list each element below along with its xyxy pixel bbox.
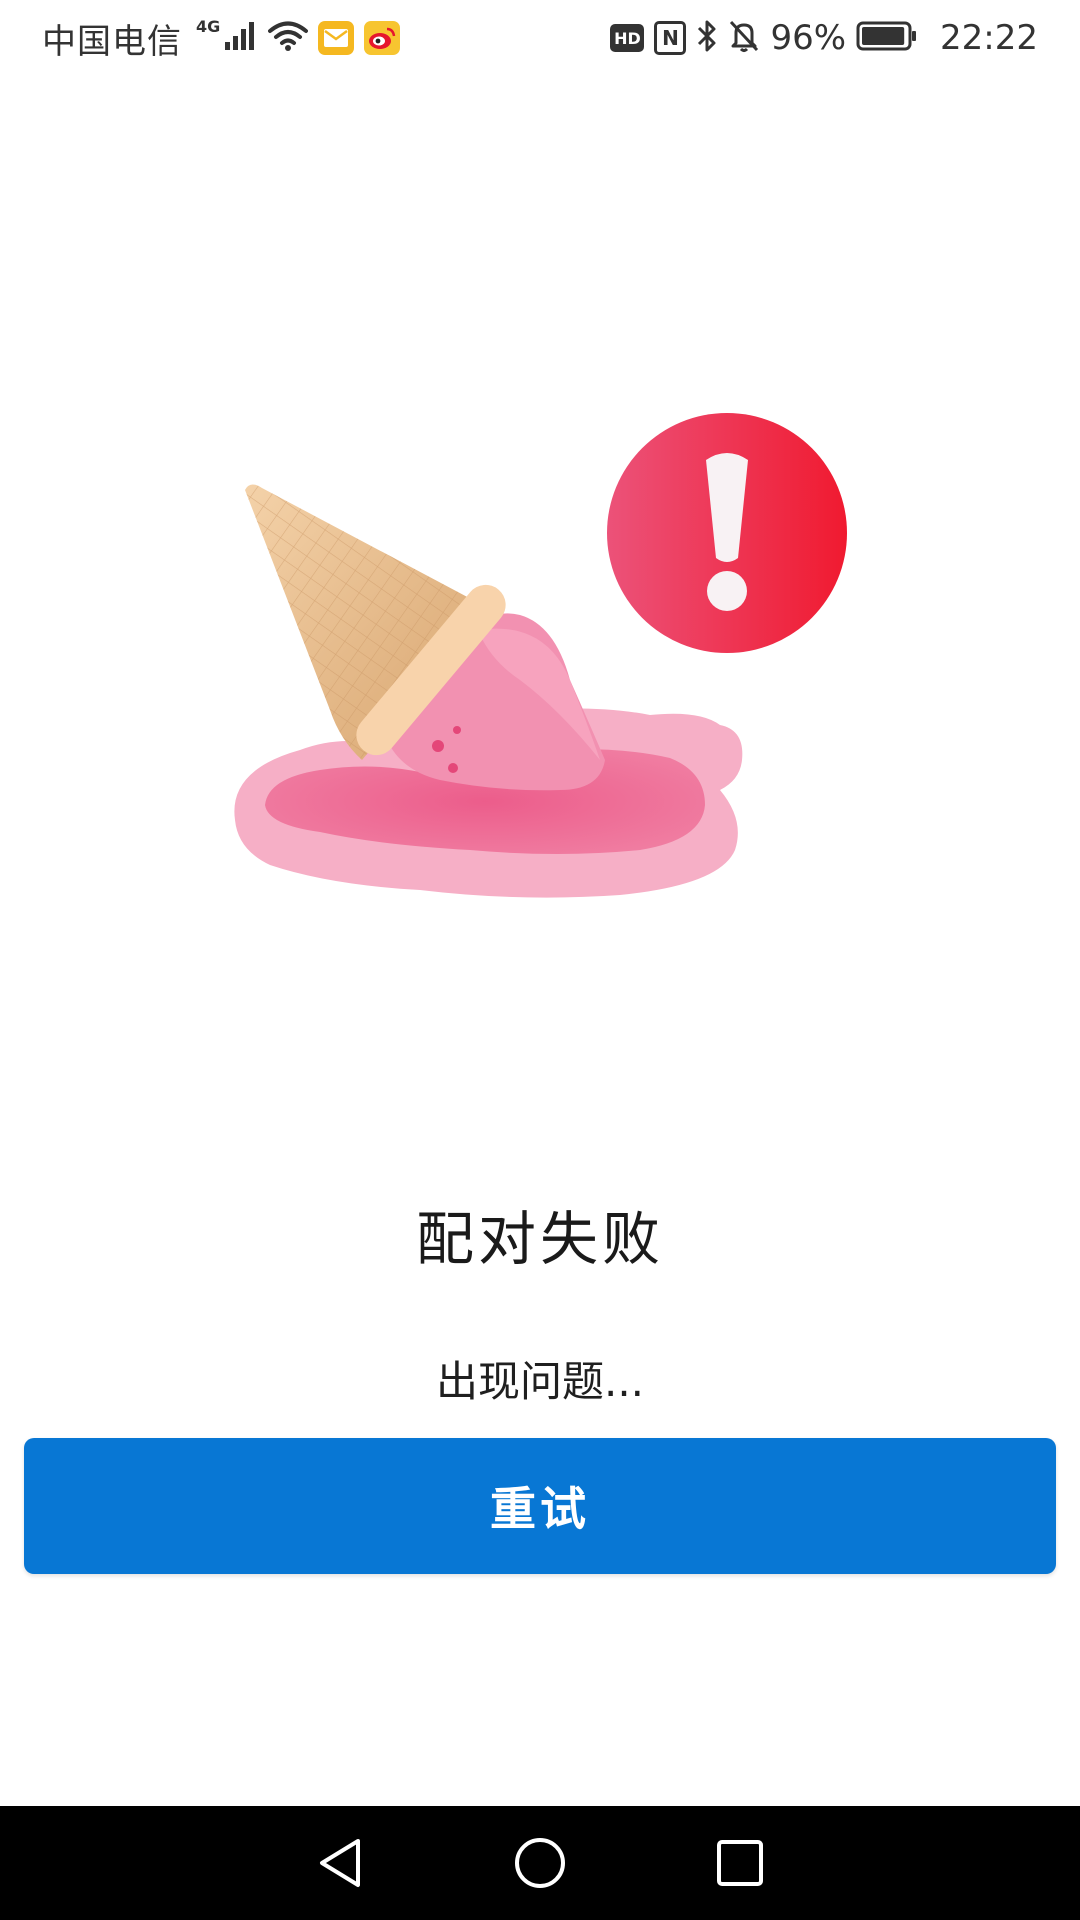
status-bar: 中国电信 4G HD N 96% 22:22 [0,0,1080,76]
network-type-label: 4G [196,16,221,36]
error-message: 出现问题... [435,1357,645,1406]
battery-icon [856,20,918,56]
sprinkle [448,763,458,773]
clock: 22:22 [940,18,1038,58]
sprinkle [453,726,461,734]
wifi-icon [268,20,309,56]
error-badge [607,413,847,653]
home-icon[interactable] [510,1833,570,1893]
page-title: 配对失败 [415,1205,664,1273]
mute-bell-icon [728,19,760,57]
battery-percent: 96% [770,18,847,58]
navigation-bar [0,1806,1080,1920]
hd-icon: HD [610,24,645,52]
mail-app-icon [318,21,355,55]
weibo-app-icon [364,21,401,55]
recents-icon[interactable] [710,1833,770,1893]
retry-button[interactable]: 重试 [24,1438,1056,1574]
bluetooth-icon [696,19,718,57]
carrier-name: 中国电信 [42,21,182,62]
status-bar-left: 中国电信 4G [42,14,401,63]
nfc-icon: N [654,21,687,55]
sprinkle [432,740,444,752]
signal-icon [224,20,258,56]
melted-ice-cream-illustration [234,413,847,898]
back-icon[interactable] [310,1833,370,1893]
status-bar-right: HD N 96% 22:22 [610,18,1038,58]
pairing-failed-screen: 中国电信 4G HD N 96% 22:22 配对失败 出现问题... 重试 [0,0,1080,1920]
